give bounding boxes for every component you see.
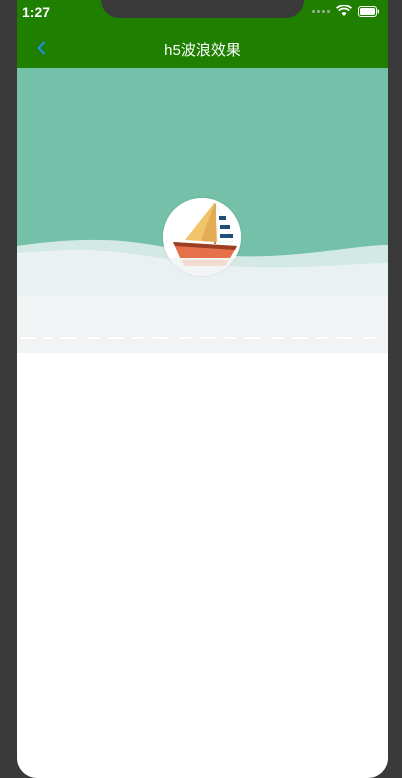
status-time: 1:27 <box>22 4 51 20</box>
app-screen: 1:27 h5波浪效果 <box>17 0 388 778</box>
status-icons <box>312 5 380 17</box>
device-notch <box>101 0 304 18</box>
sailboat-icon <box>163 198 241 276</box>
battery-icon <box>358 5 379 17</box>
signal-dots-icon <box>312 9 330 13</box>
page-title: h5波浪效果 <box>164 42 241 59</box>
nav-bar: 1:27 h5波浪效果 <box>17 0 388 68</box>
wifi-icon <box>336 5 352 16</box>
foam-band <box>17 296 388 353</box>
